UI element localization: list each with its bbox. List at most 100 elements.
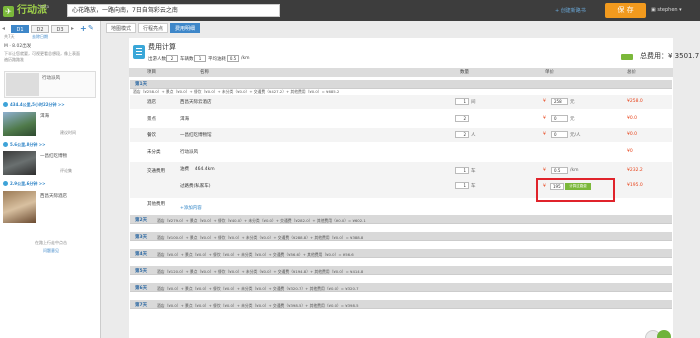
day-label: 第2天 xyxy=(135,218,148,223)
row-category: 餐饮 xyxy=(147,133,156,138)
row-name: 西昌天际云酒店 xyxy=(180,100,212,105)
remove-date-link[interactable]: 去除日期 xyxy=(32,34,48,40)
place-subtitle: 建议时间 xyxy=(60,130,76,135)
total-badge-icon xyxy=(621,54,633,60)
total-cost: 总费用：¥ 3501.7 xyxy=(640,52,700,60)
logo-beta: beta xyxy=(40,4,50,9)
row-total: ¥0 xyxy=(627,149,633,154)
row-total: ¥232.2 xyxy=(627,168,643,173)
place-title: 一昌红吃博物 xyxy=(40,154,67,159)
day-tab-1[interactable]: D1 xyxy=(11,25,29,33)
day-count: 共7天 xyxy=(4,34,15,39)
yen-icon: ¥ xyxy=(543,168,546,173)
cars-input[interactable]: 1 xyxy=(194,55,206,62)
price-input[interactable]: 0 xyxy=(551,115,568,122)
qty-input[interactable]: 1 xyxy=(455,182,469,189)
qty-input[interactable]: 1 xyxy=(455,167,469,174)
row-total: ¥0.0 xyxy=(627,132,638,137)
day-label: 第3天 xyxy=(135,235,148,240)
place-photo[interactable] xyxy=(3,112,36,136)
add-item-link[interactable]: +添加内容 xyxy=(180,205,202,211)
qty-unit: 人 xyxy=(471,133,476,138)
save-button[interactable]: 保 存 xyxy=(605,3,646,18)
highlight-box xyxy=(536,178,615,202)
route-text: 2.9公里,6分钟 >> xyxy=(10,181,46,186)
qty-input[interactable]: 2 xyxy=(455,115,469,122)
row-name: 行动派风 xyxy=(180,150,198,155)
add-day-icon[interactable]: + xyxy=(80,24,87,33)
route-link-1[interactable]: 434.4公里,5小时22分钟 >> xyxy=(3,102,65,108)
chevron-down-icon: ▾ xyxy=(677,7,682,13)
day-1-label: 第1天 xyxy=(135,82,148,87)
place-title: 行动派风 xyxy=(42,76,60,81)
place-image-placeholder xyxy=(6,73,39,96)
car-icon xyxy=(3,102,8,107)
qty-input[interactable]: 1 xyxy=(455,98,469,105)
user-menu[interactable]: ▣ stephen ▾ xyxy=(651,7,682,13)
edit-icon[interactable]: ✎ xyxy=(88,24,94,32)
row-total: ¥195.0 xyxy=(627,183,643,188)
row-name: 一昌红吃博物馆 xyxy=(180,133,212,138)
people-input[interactable]: 2 xyxy=(166,55,178,62)
day-summary: 酒店（¥0.0）+ 景点（¥0.0）+ 餐饮（¥0.0）+ 未分类（¥0.0）+… xyxy=(157,286,359,291)
day-summary: 酒店（¥0.0）+ 景点（¥0.0）+ 餐饮（¥0.0）+ 未分类（¥0.0）+… xyxy=(157,303,359,308)
day-1-bar[interactable] xyxy=(130,80,672,89)
price-unit: 元 xyxy=(570,100,575,105)
col-price: 单价 xyxy=(545,70,554,75)
next-day-icon[interactable]: ▸ xyxy=(71,25,74,32)
col-name: 名称 xyxy=(200,70,209,75)
people-label: 出游人数 xyxy=(148,57,166,62)
place-title: 洱海 xyxy=(40,114,49,119)
logo[interactable]: ✈ 行动派 beta xyxy=(3,3,55,19)
car-icon xyxy=(3,181,8,186)
user-name: stephen xyxy=(657,7,678,13)
day-tab-3[interactable]: D3 xyxy=(51,25,69,33)
col-qty: 数量 xyxy=(460,70,469,75)
trip-intro-desc-2: 遍历路路准 xyxy=(4,57,24,62)
row-total: ¥258.0 xyxy=(627,99,643,104)
qty-input[interactable]: 2 xyxy=(455,131,469,138)
cars-label: 车辆数 xyxy=(180,57,194,62)
route-link-2[interactable]: 5.6公里,8分钟 >> xyxy=(3,142,45,148)
qty-unit: 间 xyxy=(471,100,476,105)
table-row xyxy=(130,145,672,159)
tab-cost-detail[interactable]: 费用明细 xyxy=(170,23,200,33)
tab-highlights[interactable]: 行程亮点 xyxy=(138,23,168,33)
fuel-input[interactable]: 0.5 xyxy=(227,55,239,62)
row-name: 洱海 xyxy=(180,117,189,122)
logo-icon: ✈ xyxy=(3,6,14,17)
tab-map-mode[interactable]: 地图模式 xyxy=(106,23,136,33)
back-to-top-icon[interactable] xyxy=(657,330,671,338)
car-icon xyxy=(3,142,8,147)
table-row xyxy=(130,112,672,126)
day-tab-2[interactable]: D2 xyxy=(31,25,49,33)
row-category: 景点 xyxy=(147,117,156,122)
fuel-label: 平均油耗 xyxy=(208,57,226,62)
yen-icon: ¥ xyxy=(543,116,546,121)
trip-intro-title: M · 8.02出发 xyxy=(4,44,32,49)
col-item: 项目 xyxy=(147,70,156,75)
row-name: 过路费(私家车) xyxy=(180,184,211,189)
place-title: 西昌天际酒店 xyxy=(40,194,67,199)
yen-icon: ¥ xyxy=(543,99,546,104)
trip-title-input[interactable]: 心花路放，一路向南，7日自驾彩云之南 xyxy=(67,4,280,17)
price-input[interactable]: 258 xyxy=(551,98,568,105)
price-input[interactable]: 0 xyxy=(551,131,568,138)
col-total: 总价 xyxy=(627,70,636,75)
qty-unit: 车 xyxy=(471,169,476,174)
hotel-photo[interactable] xyxy=(3,191,36,223)
feedback-link[interactable]: 问题意见 xyxy=(6,248,96,254)
calculator-icon xyxy=(133,45,145,59)
route-text: 434.4公里,5小时22分钟 >> xyxy=(10,102,65,107)
route-link-3[interactable]: 2.9公里,6分钟 >> xyxy=(3,181,45,187)
table-header xyxy=(129,68,673,77)
row-category: 其他费用 xyxy=(147,202,165,207)
price-unit: /km xyxy=(570,168,579,173)
prev-day-icon[interactable]: ◂ xyxy=(2,25,5,32)
create-trip-link[interactable]: + 创建新路书 xyxy=(555,7,586,14)
day-summary: 酒店（¥120.0）+ 景点（¥0.0）+ 餐饮（¥0.0）+ 未分类（¥0.0… xyxy=(157,269,364,274)
fuel-unit: /km xyxy=(241,56,250,61)
price-unit: 元/人 xyxy=(570,133,581,138)
price-input[interactable]: 0.5 xyxy=(551,167,568,174)
place-photo[interactable] xyxy=(3,151,36,175)
